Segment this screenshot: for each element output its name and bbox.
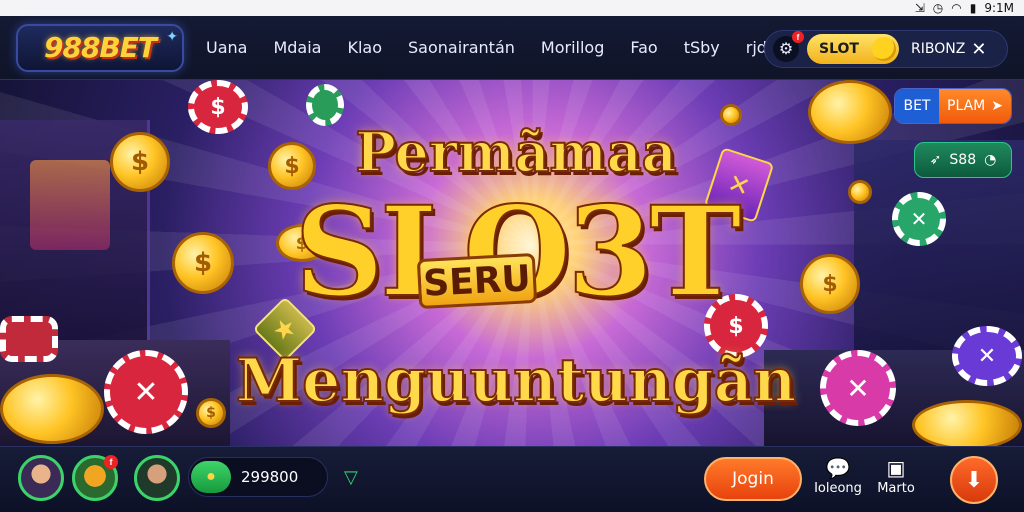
download-icon: ⬇ (964, 467, 984, 492)
network-icon: ⇲ (914, 1, 925, 15)
slot-toggle[interactable]: SLOT (807, 34, 899, 64)
nav-item-4[interactable]: Saonairantán (408, 38, 515, 57)
main-nav: Uana Mdaia Klao Saonairantán Morillog Fa… (206, 38, 802, 57)
play-label: PLAM (947, 98, 986, 114)
triangle-down-icon[interactable]: ▽ (344, 467, 358, 488)
wifi-icon: ◠ (951, 1, 962, 15)
play-segment: PLAM ➤ (939, 89, 1011, 123)
notification-badge: f (792, 31, 804, 43)
battery-icon: ▮ (969, 1, 977, 15)
slot-toggle-label: SLOT (819, 41, 859, 57)
system-status-bar: ⇲ ◷ ◠ ▮ 9:1M (0, 0, 1024, 16)
hero-banner[interactable]: $ $ $ $ $ $ $ ✕ ✕ ✕ ✕ $ ✕ ★ Permãmaa SLO… (0, 80, 1024, 446)
hero-badge: SERU (416, 252, 538, 310)
sparkle-icon: ✦ (166, 27, 178, 44)
close-icon[interactable]: ✕ (971, 39, 986, 60)
wallet-icon: ● (191, 461, 231, 493)
bottom-item-marto[interactable]: ▣ Marto (860, 455, 932, 496)
login-label: Jogin (732, 469, 774, 489)
nav-item-5[interactable]: Morillog (541, 38, 604, 57)
avatar[interactable] (18, 455, 64, 501)
bet-label: BET (895, 89, 939, 123)
send-icon: ➤ (991, 98, 1003, 114)
timer-icon: ◔ (984, 152, 997, 168)
balance-amount: 299800 (241, 468, 299, 486)
download-button[interactable]: ⬇ (950, 456, 998, 504)
nav-item-6[interactable]: Fao (630, 38, 657, 57)
nav-item-2[interactable]: Mdaia (273, 38, 321, 57)
wallet-balance[interactable]: ● 299800 (188, 457, 328, 497)
settings-button[interactable]: ⚙ f (773, 31, 804, 62)
brand-logo[interactable]: 988BET ✦ (16, 23, 184, 72)
nav-item-3[interactable]: Klao (347, 38, 382, 57)
alarm-icon: ◷ (932, 1, 944, 15)
avatar-badge: f (104, 455, 118, 469)
hero-headline-top: Permãmaa (354, 119, 677, 185)
nav-item-1[interactable]: Uana (206, 38, 247, 57)
quick-bet-label: S88 (949, 152, 977, 168)
logo-text: 988BET (43, 31, 157, 64)
account-controls: ⚙ f SLOT RIBONZ ✕ (764, 30, 1008, 68)
bottom-item-marto-label: Marto (877, 481, 915, 496)
avatar[interactable]: f (72, 455, 118, 501)
bottom-item-chat-label: Ioleong (814, 481, 862, 496)
avatar[interactable] (134, 455, 180, 501)
clock: 9:1M (984, 1, 1014, 15)
top-navigation: 988BET ✦ Uana Mdaia Klao Saonairantán Mo… (0, 16, 1024, 80)
hero-headline-bottom: Menguuntungãn (235, 345, 797, 417)
bottom-bar: f ● 299800 ▽ Jogin 💬 Ioleong ▣ Marto ⬇ (0, 446, 1024, 512)
region-selector[interactable]: RIBONZ (911, 41, 965, 57)
login-button[interactable]: Jogin (704, 457, 802, 501)
quick-bet-button[interactable]: ➶ S88 ◔ (914, 142, 1012, 178)
rocket-icon: ➶ (929, 152, 942, 168)
gift-icon: ▣ (886, 456, 906, 480)
gear-icon: ⚙ (778, 41, 794, 58)
nav-item-7[interactable]: tSby (684, 38, 720, 57)
bet-play-button[interactable]: BET PLAM ➤ (894, 88, 1012, 124)
